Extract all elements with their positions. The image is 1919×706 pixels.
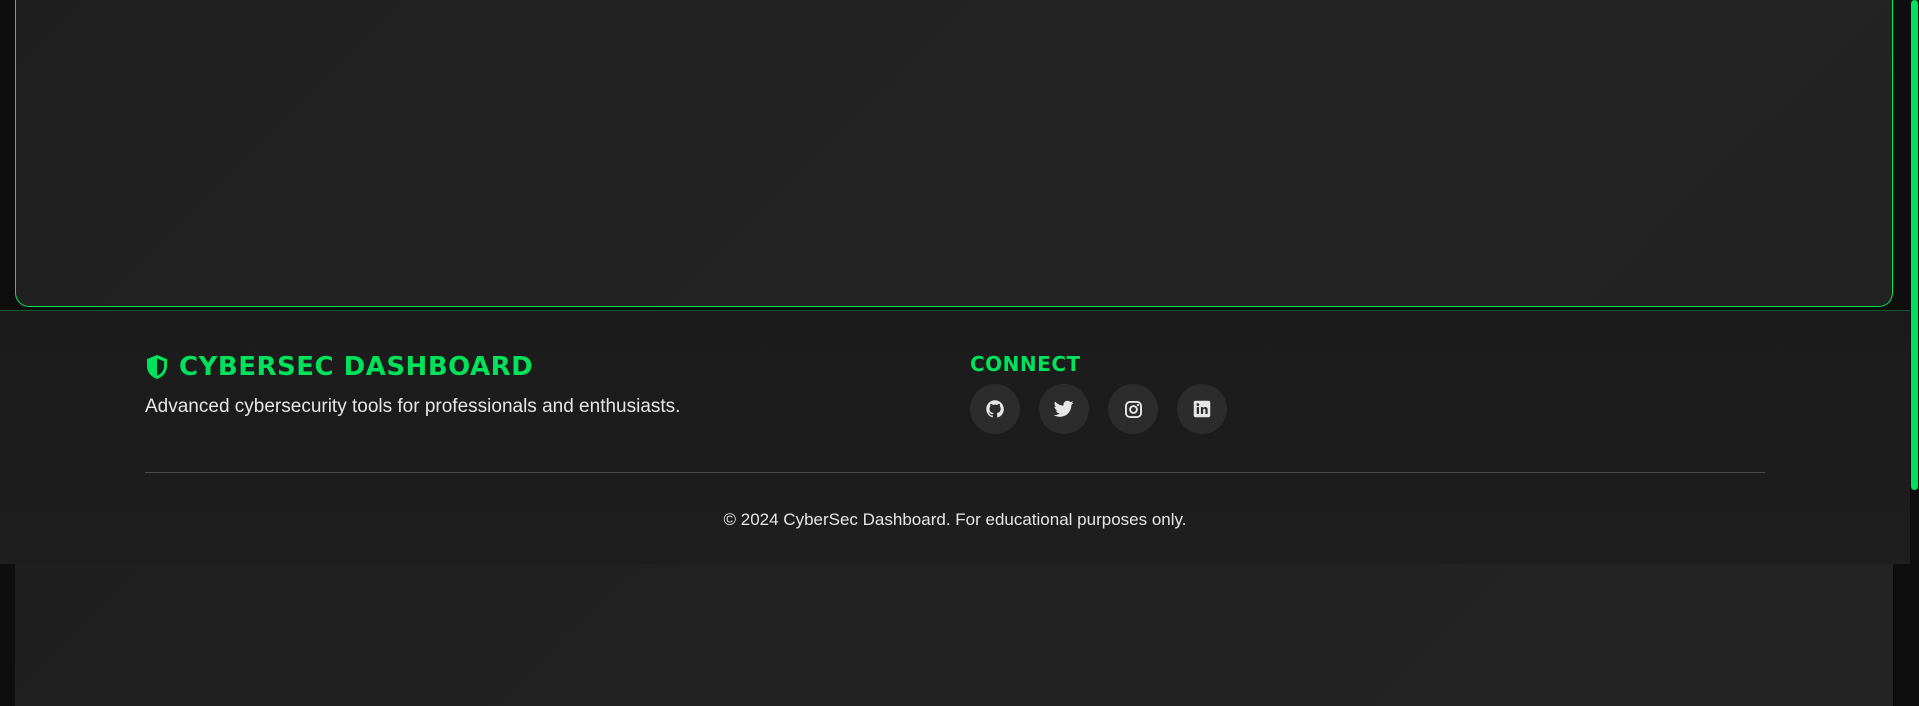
main-content-panel: [15, 0, 1893, 307]
footer-divider: [145, 472, 1765, 473]
instagram-icon: [1124, 400, 1143, 419]
connect-heading: CONNECT: [970, 352, 1081, 376]
footer-brand: CYBERSEC DASHBOARD: [145, 352, 533, 382]
footer-brand-title: CYBERSEC DASHBOARD: [179, 352, 534, 382]
linkedin-icon: [1193, 400, 1211, 418]
twitter-link[interactable]: [1039, 384, 1089, 434]
github-icon: [985, 399, 1005, 419]
footer-brand-description: Advanced cybersecurity tools for profess…: [145, 396, 681, 417]
twitter-icon: [1054, 400, 1074, 418]
scrollbar-thumb[interactable]: [1911, 0, 1918, 490]
linkedin-link[interactable]: [1177, 384, 1227, 434]
lower-content-panel: [15, 563, 1893, 706]
footer-copyright: © 2024 CyberSec Dashboard. For education…: [723, 510, 1187, 529]
shield-icon: [145, 354, 169, 380]
site-footer: CYBERSEC DASHBOARD Advanced cybersecurit…: [0, 310, 1910, 564]
instagram-link[interactable]: [1108, 384, 1158, 434]
github-link[interactable]: [970, 384, 1020, 434]
social-links: [970, 384, 1227, 434]
